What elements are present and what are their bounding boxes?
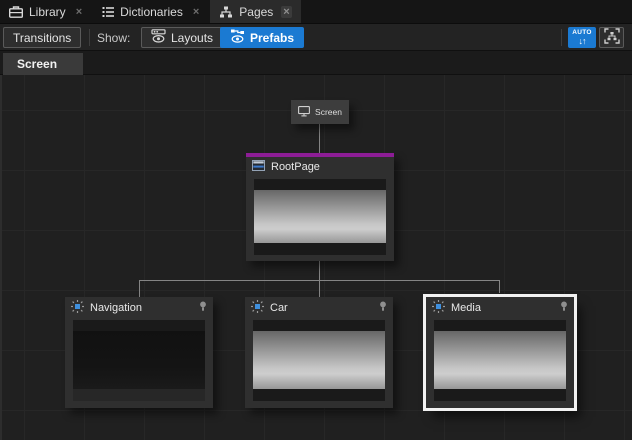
- fit-view-button[interactable]: [599, 27, 624, 48]
- toolbar-separator: [89, 29, 90, 46]
- subtab-screen[interactable]: Screen: [3, 53, 83, 75]
- auto-label: AUTO: [572, 29, 592, 36]
- prefab-target-icon: [71, 300, 84, 316]
- prefab-target-icon: [432, 300, 445, 316]
- node-navigation[interactable]: Navigation: [65, 297, 213, 408]
- prefabs-toggle-button[interactable]: Prefabs: [220, 27, 304, 48]
- node-label: Navigation: [90, 302, 142, 314]
- node-header: RootPage: [246, 157, 394, 177]
- prefabs-label: Prefabs: [250, 31, 294, 45]
- node-thumbnail: [254, 179, 386, 255]
- tab-pages[interactable]: Pages ×: [210, 0, 300, 23]
- toolbar-separator: [561, 29, 562, 46]
- document-tab-bar: Library × Dictionaries × Pages ×: [0, 0, 632, 24]
- node-label: RootPage: [271, 161, 320, 173]
- pages-toolbar: Transitions Show: Layouts Prefabs AUTO ↓…: [0, 24, 632, 51]
- tab-label: Library: [29, 5, 66, 19]
- thumbnail-image: [253, 331, 385, 389]
- auto-arrange-button[interactable]: AUTO ↓↑: [568, 27, 596, 48]
- node-thumbnail: [253, 320, 385, 401]
- eye-layout-icon: [151, 29, 166, 46]
- list-icon: [102, 6, 114, 18]
- node-header: Media: [426, 298, 574, 318]
- tab-label: Dictionaries: [120, 5, 183, 19]
- edge-drop-car: [319, 280, 320, 297]
- subtab-screen-label: Screen: [17, 57, 57, 71]
- screen-breadcrumb-row: Screen: [0, 51, 632, 75]
- eye-hierarchy-icon: [230, 29, 245, 46]
- thumbnail-footer-strip: [73, 389, 205, 401]
- lightbulb-icon[interactable]: [560, 301, 568, 315]
- lightbulb-icon[interactable]: [379, 301, 387, 315]
- tab-label: Pages: [239, 5, 273, 19]
- prefab-target-icon: [251, 300, 264, 316]
- node-thumbnail: [73, 320, 205, 401]
- transitions-button[interactable]: Transitions: [3, 27, 81, 48]
- close-icon[interactable]: ×: [191, 6, 201, 18]
- thumbnail-image: [73, 331, 205, 389]
- close-icon[interactable]: ×: [74, 6, 84, 18]
- window-icon: [252, 160, 265, 174]
- lightbulb-icon[interactable]: [199, 301, 207, 315]
- node-header: Car: [245, 298, 393, 318]
- edge-rootpage-stem: [319, 261, 320, 281]
- node-label: Screen: [315, 107, 342, 117]
- thumbnail-image: [254, 190, 386, 243]
- layouts-label: Layouts: [171, 31, 213, 45]
- tab-library[interactable]: Library ×: [0, 0, 93, 23]
- show-label: Show:: [97, 31, 130, 45]
- node-header: Navigation: [65, 298, 213, 318]
- tab-dictionaries[interactable]: Dictionaries ×: [93, 0, 210, 23]
- hierarchy-icon: [219, 6, 233, 18]
- thumbnail-image: [434, 331, 566, 389]
- node-rootpage[interactable]: RootPage: [246, 153, 394, 261]
- page-graph-canvas[interactable]: Screen RootPage Navigation: [0, 75, 632, 440]
- edge-drop-navigation: [139, 280, 140, 297]
- node-media[interactable]: Media: [426, 297, 574, 408]
- edge-screen-rootpage: [319, 124, 320, 153]
- node-label: Media: [451, 302, 481, 314]
- pages-editor-window: Library × Dictionaries × Pages × Transit…: [0, 0, 632, 440]
- transitions-label: Transitions: [13, 31, 71, 45]
- toolbox-icon: [9, 6, 23, 18]
- fit-view-icon: [604, 28, 620, 47]
- node-label: Car: [270, 302, 288, 314]
- edge-drop-media: [499, 280, 500, 293]
- close-icon[interactable]: ×: [281, 6, 291, 18]
- node-thumbnail: [434, 320, 566, 401]
- node-car[interactable]: Car: [245, 297, 393, 408]
- auto-arrows-icon: ↓↑: [579, 36, 586, 46]
- node-screen[interactable]: Screen: [291, 100, 349, 124]
- monitor-icon: [298, 106, 310, 119]
- layouts-toggle-button[interactable]: Layouts: [141, 27, 223, 48]
